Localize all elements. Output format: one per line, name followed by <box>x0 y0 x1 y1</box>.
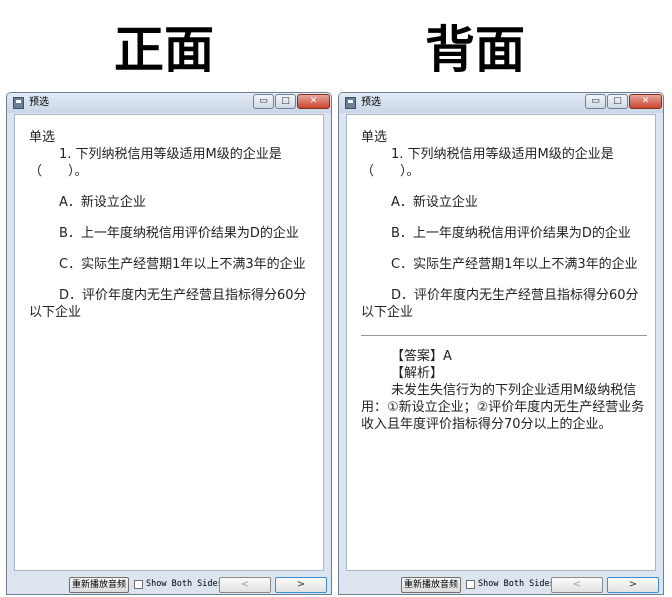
replay-audio-button[interactable]: 重新播放音频 <box>401 577 461 593</box>
title-bar[interactable]: 预选 ▭ □ ✕ <box>339 93 663 113</box>
maximize-button[interactable]: □ <box>607 94 628 109</box>
title-bar[interactable]: 预选 ▭ □ ✕ <box>7 93 331 113</box>
question-type: 单选 <box>361 130 388 145</box>
bottom-bar: 重新播放音频 Show Both Sides < > <box>7 573 331 595</box>
window-title: 预选 <box>29 97 49 108</box>
option-a: A．新设立企业 <box>59 195 146 210</box>
question-stem: 1. 下列纳税信用等级适用M级的企业是（ ）。 <box>361 147 614 179</box>
replay-audio-button[interactable]: 重新播放音频 <box>69 577 129 593</box>
close-button[interactable]: ✕ <box>629 94 662 109</box>
option-d: D．评价年度内无生产经营且指标得分60分以下企业 <box>29 288 307 320</box>
front-heading: 正面 <box>114 21 214 79</box>
app-icon <box>345 97 356 109</box>
option-c: C．实际生产经营期1年以上不满3年的企业 <box>59 257 306 272</box>
option-c: C．实际生产经营期1年以上不满3年的企业 <box>391 257 638 272</box>
show-both-sides-checkbox[interactable] <box>466 580 475 589</box>
question-type: 单选 <box>29 130 56 145</box>
show-both-sides-checkbox[interactable] <box>134 580 143 589</box>
next-button[interactable]: > <box>275 577 327 593</box>
show-both-sides-label[interactable]: Show Both Sides <box>478 578 555 590</box>
explanation-label: 【解析】 <box>391 366 444 381</box>
option-d: D．评价年度内无生产经营且指标得分60分以下企业 <box>361 288 639 320</box>
question-stem: 1. 下列纳税信用等级适用M级的企业是（ ）。 <box>29 147 282 179</box>
answer-label: 【答案】A <box>391 349 452 364</box>
option-b: B．上一年度纳税信用评价结果为D的企业 <box>59 226 299 241</box>
preview-window-back: 预选 ▭ □ ✕ 单选 1. 下列纳税信用等级适用M级的企业是（ ）。 A．新设… <box>338 92 664 595</box>
option-b: B．上一年度纳税信用评价结果为D的企业 <box>391 226 631 241</box>
app-icon <box>13 97 24 109</box>
minimize-button[interactable]: ▭ <box>585 94 606 109</box>
maximize-button[interactable]: □ <box>275 94 296 109</box>
show-both-sides-label[interactable]: Show Both Sides <box>146 578 223 590</box>
card-content: 单选 1. 下列纳税信用等级适用M级的企业是（ ）。 A．新设立企业 B．上一年… <box>14 114 324 571</box>
minimize-button[interactable]: ▭ <box>253 94 274 109</box>
next-button[interactable]: > <box>607 577 659 593</box>
explanation-text: 未发生失信行为的下列企业适用M级纳税信用：①新设立企业；②评价年度内无生产经营业… <box>361 383 645 432</box>
previous-button[interactable]: < <box>219 577 271 593</box>
window-title: 预选 <box>361 97 381 108</box>
card-content: 单选 1. 下列纳税信用等级适用M级的企业是（ ）。 A．新设立企业 B．上一年… <box>346 114 656 571</box>
previous-button[interactable]: < <box>551 577 603 593</box>
back-heading: 背面 <box>425 21 525 79</box>
option-a: A．新设立企业 <box>391 195 478 210</box>
bottom-bar: 重新播放音频 Show Both Sides < > <box>339 573 663 595</box>
answer-divider <box>361 335 647 336</box>
close-button[interactable]: ✕ <box>297 94 330 109</box>
preview-window-front: 预选 ▭ □ ✕ 单选 1. 下列纳税信用等级适用M级的企业是（ ）。 A．新设… <box>6 92 332 595</box>
